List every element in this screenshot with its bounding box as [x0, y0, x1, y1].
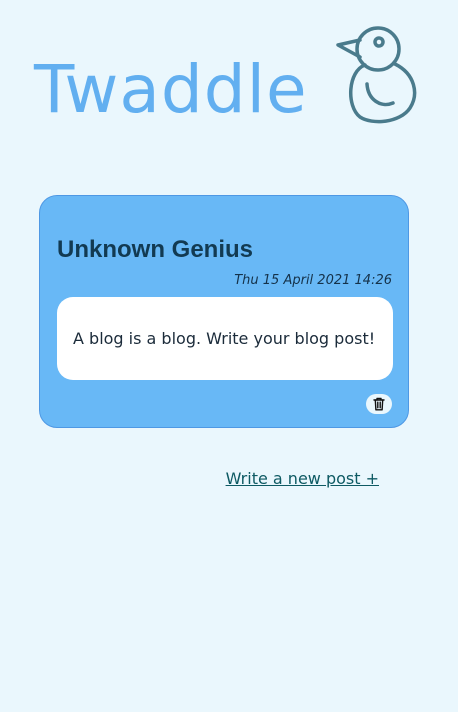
delete-post-button[interactable]: [366, 394, 392, 414]
site-header: Twaddle: [0, 0, 458, 140]
bird-icon: [336, 26, 417, 124]
post-body: A blog is a blog. Write your blog post!: [57, 297, 393, 380]
app-logo-text: Twaddle: [34, 51, 308, 128]
post-text: A blog is a blog. Write your blog post!: [73, 328, 376, 348]
post-date: Thu 15 April 2021 14:26: [234, 273, 392, 288]
post-author: Unknown Genius: [57, 236, 254, 263]
write-new-post-link[interactable]: Write a new post +: [226, 469, 379, 489]
post-card: Unknown Genius Thu 15 April 2021 14:26 A…: [39, 195, 409, 428]
trash-icon: [373, 397, 385, 411]
